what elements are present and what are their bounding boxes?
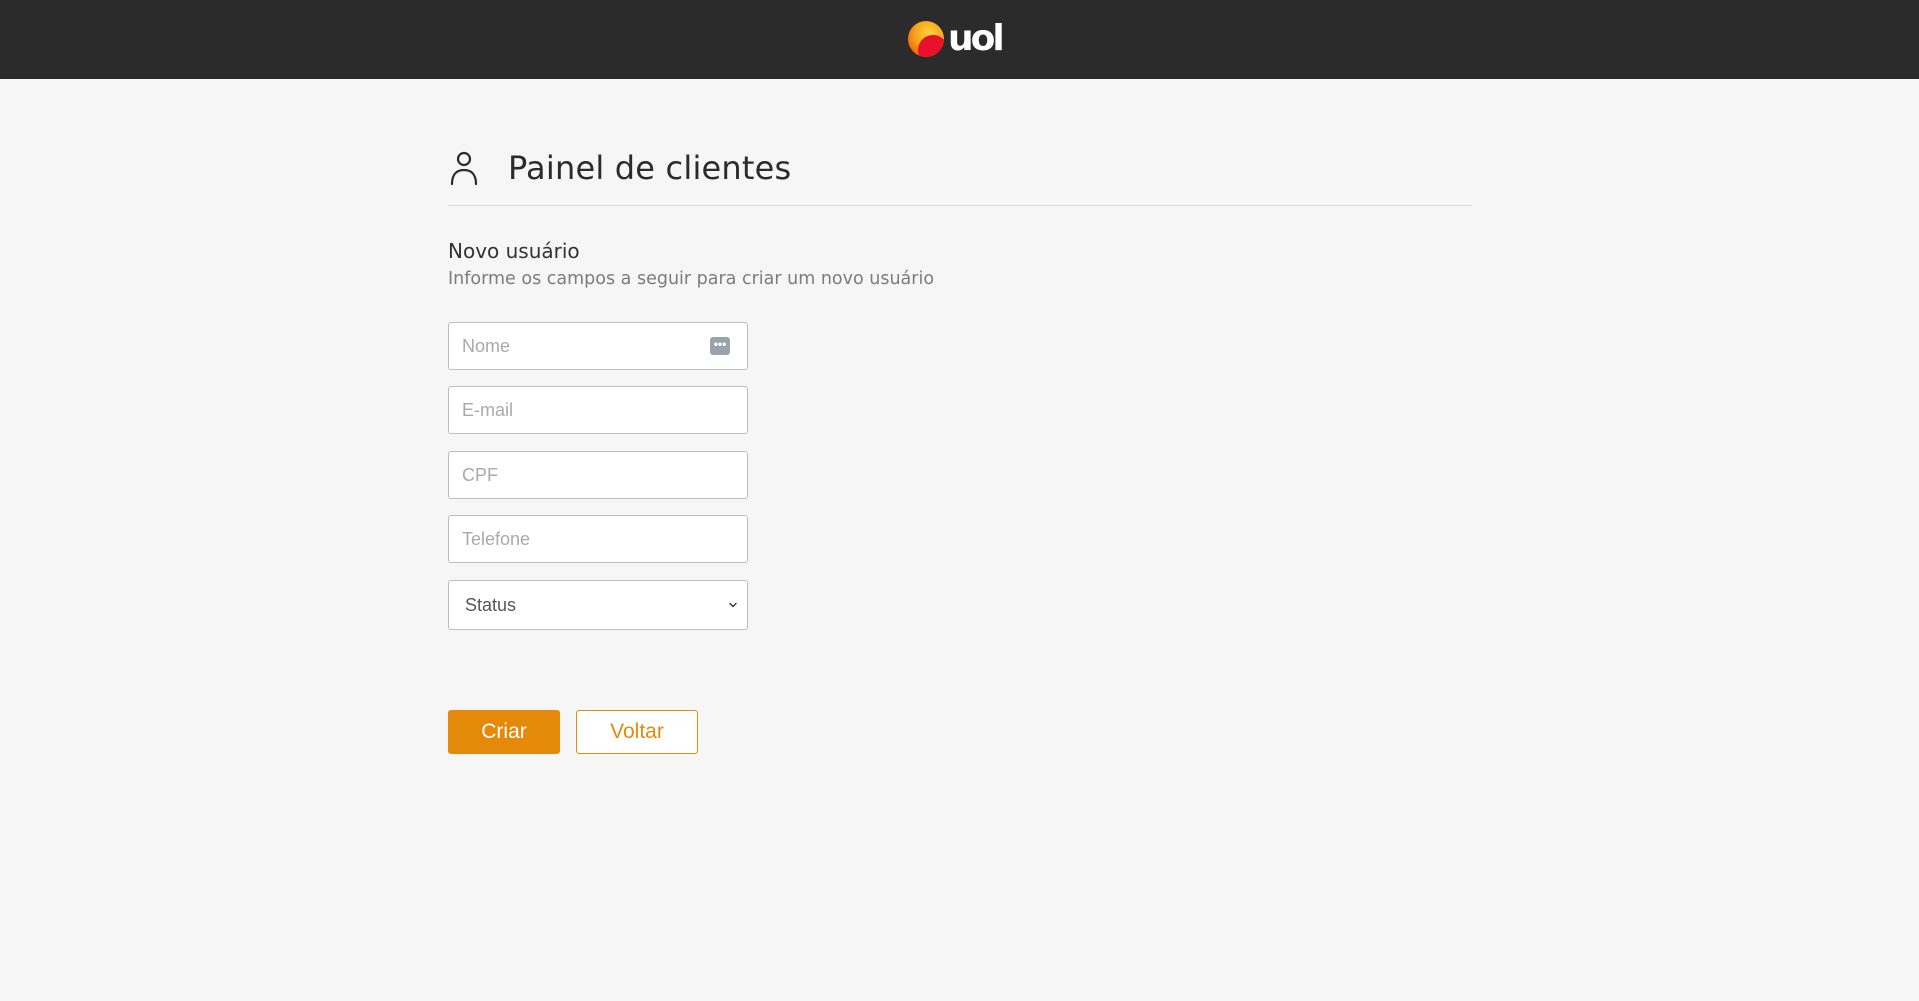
page-title: Painel de clientes bbox=[508, 149, 792, 187]
status-select[interactable]: Status bbox=[448, 580, 748, 630]
top-header-bar: uol bbox=[0, 0, 1919, 79]
logo-text: uol bbox=[948, 18, 1005, 59]
uol-logo[interactable]: uol bbox=[908, 18, 1005, 59]
back-button[interactable]: Voltar bbox=[576, 710, 698, 754]
header-divider bbox=[448, 205, 1472, 206]
user-icon bbox=[450, 151, 478, 186]
cpf-field bbox=[448, 451, 748, 499]
email-input[interactable] bbox=[449, 387, 747, 433]
form-heading: Novo usuário bbox=[448, 239, 580, 263]
name-field: ••• bbox=[448, 322, 748, 370]
uol-sun-icon bbox=[908, 21, 944, 57]
autofill-icon[interactable]: ••• bbox=[710, 337, 730, 355]
chevron-down-icon bbox=[729, 602, 737, 608]
phone-field bbox=[448, 515, 748, 563]
name-input[interactable] bbox=[449, 323, 747, 369]
email-field bbox=[448, 386, 748, 434]
phone-input[interactable] bbox=[449, 516, 747, 562]
page-header: Painel de clientes bbox=[448, 143, 791, 193]
form-description: Informe os campos a seguir para criar um… bbox=[448, 269, 935, 289]
status-select-value: Status bbox=[465, 595, 517, 615]
create-button[interactable]: Criar bbox=[448, 710, 560, 754]
cpf-input[interactable] bbox=[449, 452, 747, 498]
